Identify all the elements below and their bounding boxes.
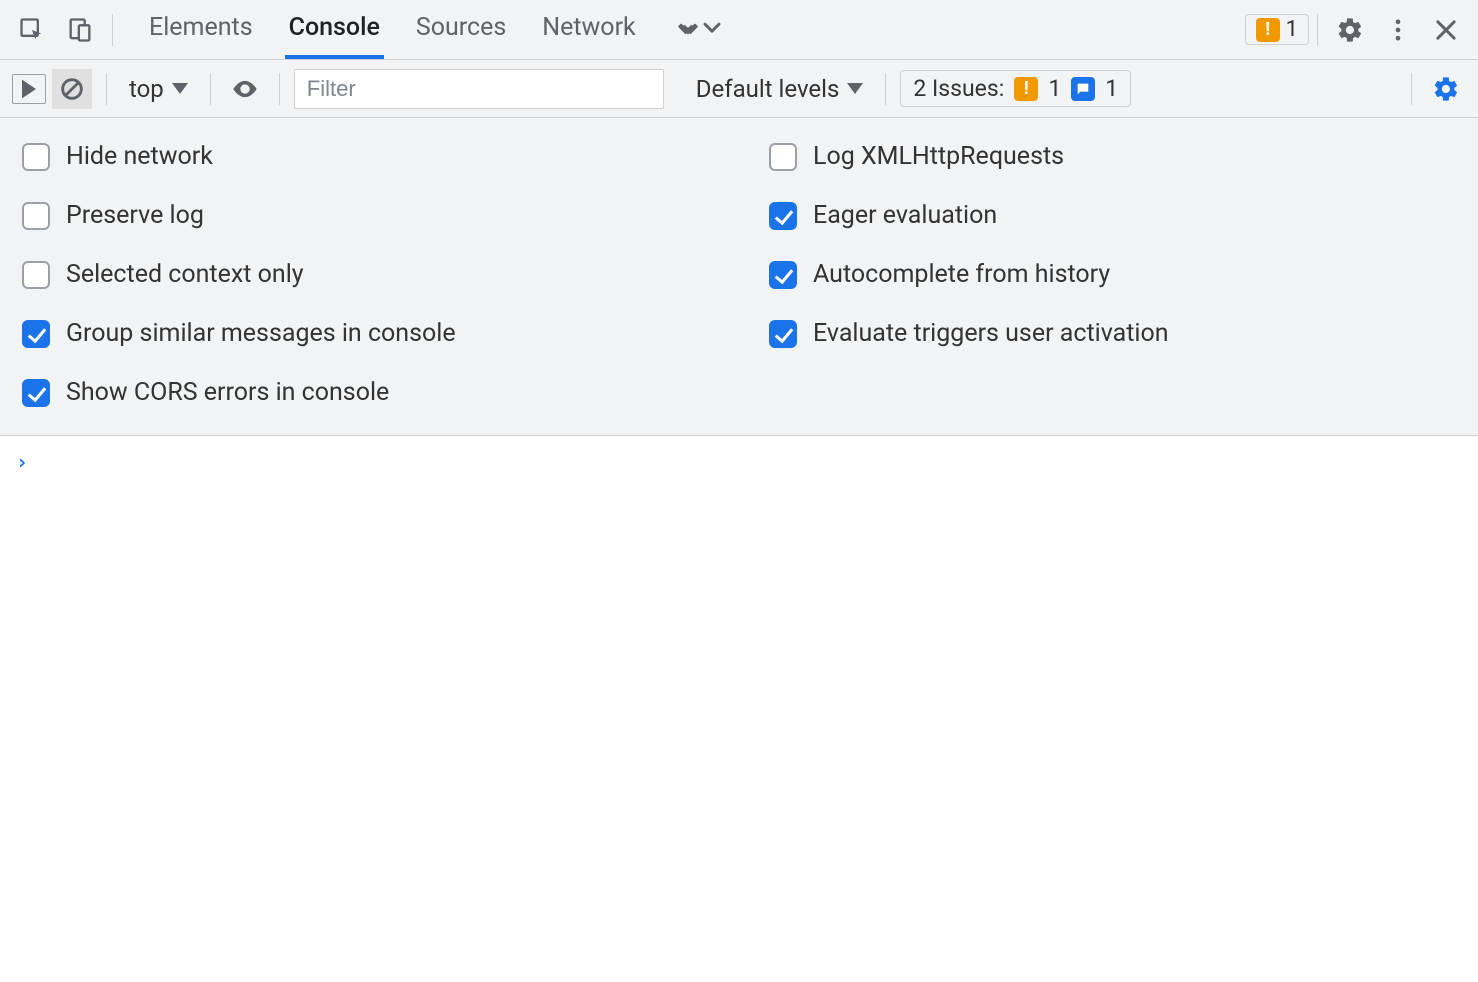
- setting-label: Eager evaluation: [813, 201, 997, 230]
- console-settings-gear-icon[interactable]: [1426, 69, 1466, 109]
- setting-label: Group similar messages in console: [66, 319, 456, 348]
- setting-label: Evaluate triggers user activation: [813, 319, 1169, 348]
- context-label: top: [129, 75, 164, 103]
- execution-context-selector[interactable]: top: [121, 75, 196, 103]
- settings-right-column: Log XMLHttpRequests Eager evaluation Aut…: [769, 142, 1456, 407]
- issues-warning-count: 1: [1048, 75, 1061, 102]
- console-settings-panel: Hide network Preserve log Selected conte…: [0, 118, 1478, 436]
- more-tabs-chevrons-icon[interactable]: [692, 10, 732, 50]
- console-input-area[interactable]: ›: [0, 436, 1478, 488]
- issues-label: 2 Issues:: [913, 75, 1004, 102]
- device-toggle-icon[interactable]: [56, 6, 104, 54]
- separator: [106, 73, 107, 105]
- setting-show-cors-errors[interactable]: Show CORS errors in console: [22, 378, 709, 407]
- checkbox[interactable]: [769, 261, 797, 289]
- tab-strip: Elements Console Sources Network: [145, 0, 732, 59]
- setting-label: Log XMLHttpRequests: [813, 142, 1064, 171]
- sidebar-toggle-icon[interactable]: [12, 74, 46, 104]
- setting-evaluate-user-activation[interactable]: Evaluate triggers user activation: [769, 319, 1456, 348]
- setting-autocomplete-history[interactable]: Autocomplete from history: [769, 260, 1456, 289]
- setting-label: Show CORS errors in console: [66, 378, 389, 407]
- header-warnings-pill[interactable]: ! 1: [1245, 14, 1309, 45]
- separator: [1411, 73, 1412, 105]
- setting-label: Hide network: [66, 142, 213, 171]
- info-badge-icon: [1071, 77, 1095, 101]
- tab-network[interactable]: Network: [538, 0, 639, 59]
- setting-group-similar[interactable]: Group similar messages in console: [22, 319, 709, 348]
- setting-hide-network[interactable]: Hide network: [22, 142, 709, 171]
- setting-label: Autocomplete from history: [813, 260, 1110, 289]
- setting-selected-context-only[interactable]: Selected context only: [22, 260, 709, 289]
- chevron-down-icon: [847, 83, 863, 94]
- setting-label: Selected context only: [66, 260, 304, 289]
- checkbox[interactable]: [22, 202, 50, 230]
- log-levels-selector[interactable]: Default levels: [688, 75, 872, 103]
- checkbox[interactable]: [769, 202, 797, 230]
- checkbox[interactable]: [22, 379, 50, 407]
- checkbox[interactable]: [769, 320, 797, 348]
- tab-elements[interactable]: Elements: [145, 0, 257, 59]
- issues-pill[interactable]: 2 Issues: ! 1 1: [900, 70, 1131, 107]
- console-filter-input[interactable]: [294, 69, 664, 109]
- warning-badge-icon: !: [1256, 18, 1280, 42]
- kebab-menu-icon[interactable]: [1374, 6, 1422, 54]
- setting-log-xhr[interactable]: Log XMLHttpRequests: [769, 142, 1456, 171]
- devtools-tabs-bar: Elements Console Sources Network ! 1: [0, 0, 1478, 60]
- setting-eager-evaluation[interactable]: Eager evaluation: [769, 201, 1456, 230]
- separator: [885, 73, 886, 105]
- tab-console[interactable]: Console: [285, 0, 384, 59]
- levels-label: Default levels: [696, 75, 840, 103]
- checkbox[interactable]: [22, 143, 50, 171]
- close-devtools-icon[interactable]: [1422, 6, 1470, 54]
- inspect-element-icon[interactable]: [8, 6, 56, 54]
- setting-preserve-log[interactable]: Preserve log: [22, 201, 709, 230]
- checkbox[interactable]: [22, 320, 50, 348]
- header-warning-count: 1: [1286, 17, 1298, 42]
- settings-gear-icon[interactable]: [1326, 6, 1374, 54]
- issues-info-count: 1: [1105, 75, 1118, 102]
- settings-left-column: Hide network Preserve log Selected conte…: [22, 142, 709, 407]
- chevron-down-icon: [172, 83, 188, 94]
- tab-sources[interactable]: Sources: [412, 0, 510, 59]
- setting-label: Preserve log: [66, 201, 204, 230]
- warning-badge-icon: !: [1014, 77, 1038, 101]
- console-prompt-caret-icon: ›: [16, 450, 28, 474]
- separator: [112, 14, 113, 46]
- separator: [279, 73, 280, 105]
- console-toolbar: top Default levels 2 Issues: ! 1 1: [0, 60, 1478, 118]
- separator: [1317, 14, 1318, 46]
- checkbox[interactable]: [22, 261, 50, 289]
- clear-console-icon[interactable]: [52, 69, 92, 109]
- live-expression-eye-icon[interactable]: [225, 69, 265, 109]
- separator: [210, 73, 211, 105]
- checkbox[interactable]: [769, 143, 797, 171]
